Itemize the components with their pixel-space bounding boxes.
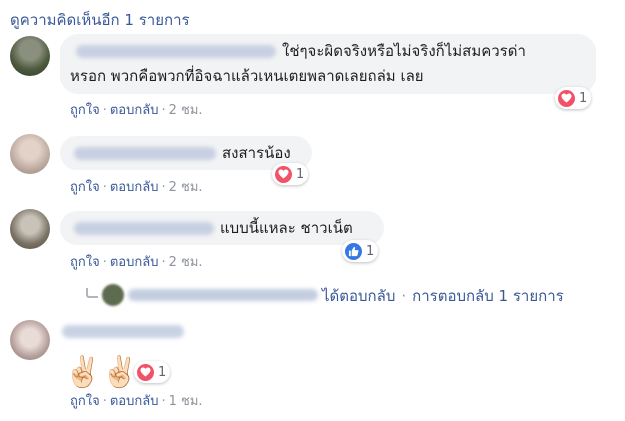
reaction-count: 1: [158, 364, 167, 380]
svg-text:✌🏻✌🏻: ✌🏻✌🏻: [64, 353, 136, 390]
heart-icon: [137, 363, 154, 381]
avatar[interactable]: [10, 36, 50, 76]
comment-actions: ถูกใจ · ตอบกลับ · 2 ชม.: [70, 255, 203, 270]
comment-text: สงสารน้อง: [222, 144, 291, 162]
reaction-count: 1: [579, 90, 588, 106]
reply-hook-icon: [86, 288, 98, 298]
comment-actions: ถูกใจ · ตอบกลับ · 2 ชม.: [70, 180, 203, 195]
comment-text: ใช่ๆจะผิดจริงหรือไม่จริงก็ไม่สมควรด่า: [282, 42, 526, 60]
view-replies-link[interactable]: ได้ตอบกลับ · การตอบกลับ 1 รายการ: [86, 284, 564, 308]
thumbs-up-icon: [345, 242, 362, 260]
reaction-count: 1: [366, 243, 375, 259]
like-link[interactable]: ถูกใจ: [70, 103, 100, 118]
commenter-name[interactable]: [74, 147, 216, 160]
reaction-count: 1: [296, 166, 305, 182]
timestamp[interactable]: 1 ชม.: [169, 394, 203, 409]
comment-actions: ถูกใจ · ตอบกลับ · 2 ชม.: [70, 103, 203, 118]
avatar: [102, 284, 124, 306]
like-link[interactable]: ถูกใจ: [70, 180, 100, 195]
comment-text: แบบนี้แหละ ชาวเน็ต: [220, 219, 353, 237]
comment-actions: ถูกใจ · ตอบกลับ · 1 ชม.: [70, 394, 203, 409]
like-link[interactable]: ถูกใจ: [70, 255, 100, 270]
reply-link[interactable]: ตอบกลับ: [110, 394, 159, 409]
replier-name: [128, 289, 318, 301]
reaction-badge[interactable]: 1: [134, 361, 171, 383]
timestamp[interactable]: 2 ชม.: [169, 255, 203, 270]
reply-link[interactable]: ตอบกลับ: [110, 180, 159, 195]
commenter-name[interactable]: [62, 325, 184, 338]
view-more-comments-link[interactable]: ดูความคิดเห็นอีก 1 รายการ: [10, 8, 190, 32]
avatar[interactable]: [10, 320, 50, 360]
heart-icon: [558, 89, 575, 107]
like-link[interactable]: ถูกใจ: [70, 394, 100, 409]
heart-icon: [275, 165, 292, 183]
reaction-badge[interactable]: 1: [272, 163, 309, 185]
reply-link[interactable]: ตอบกลับ: [110, 255, 159, 270]
reaction-badge[interactable]: 1: [342, 240, 379, 262]
reply-link[interactable]: ตอบกลับ: [110, 103, 159, 118]
commenter-name[interactable]: [74, 222, 214, 235]
comment-text: หรอก พวกคือพวกที่อิจฉาแล้วเหนเตยพลาดเลยถ…: [70, 67, 424, 85]
timestamp[interactable]: 2 ชม.: [169, 103, 203, 118]
comment-text: ✌🏻✌🏻: [64, 353, 136, 390]
avatar[interactable]: [10, 134, 50, 174]
timestamp[interactable]: 2 ชม.: [169, 180, 203, 195]
reaction-badge[interactable]: 1: [555, 87, 592, 109]
commenter-name[interactable]: [76, 45, 276, 58]
avatar[interactable]: [10, 209, 50, 249]
